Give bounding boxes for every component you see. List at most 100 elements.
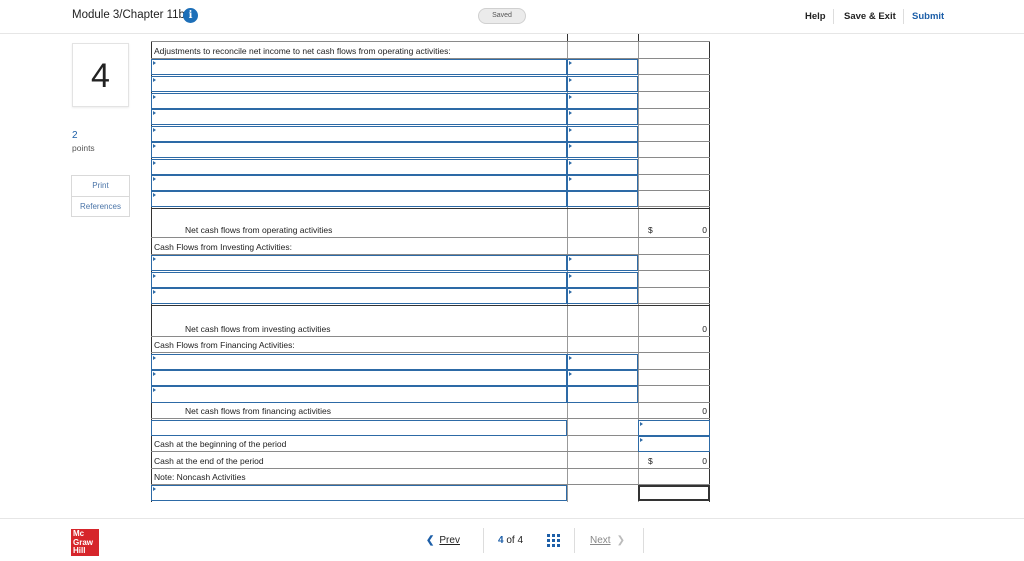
table-row: Cash Flows from Investing Activities: bbox=[151, 239, 710, 255]
table-row bbox=[151, 288, 710, 304]
amount-input[interactable] bbox=[567, 93, 638, 109]
table-row bbox=[151, 191, 710, 207]
account-select[interactable] bbox=[151, 370, 567, 386]
net-change-input[interactable] bbox=[151, 420, 567, 436]
account-select[interactable] bbox=[151, 255, 567, 271]
logo-line: Hill bbox=[73, 546, 86, 555]
net-operating-label: Net cash flows from operating activities bbox=[185, 225, 333, 235]
page-total: 4 bbox=[517, 535, 524, 546]
print-button[interactable]: Print bbox=[72, 176, 129, 196]
account-select[interactable] bbox=[151, 159, 567, 175]
help-button[interactable]: Help bbox=[805, 11, 826, 22]
noncash-input[interactable] bbox=[151, 485, 567, 501]
divider bbox=[643, 528, 644, 553]
table-row bbox=[151, 354, 710, 370]
top-bar: Module 3/Chapter 11b i Saved Help Save &… bbox=[0, 0, 1024, 34]
dollar-sign: $ bbox=[648, 456, 653, 466]
table-row bbox=[151, 59, 710, 75]
table-row bbox=[151, 485, 710, 501]
account-select[interactable] bbox=[151, 126, 567, 142]
table-row: Net cash flows from financing activities… bbox=[151, 403, 710, 419]
side-tools: Print References bbox=[71, 175, 130, 217]
table-row: Cash Flows from Financing Activities: bbox=[151, 337, 710, 353]
net-investing-value: 0 bbox=[702, 324, 707, 334]
column-line bbox=[638, 34, 639, 41]
amount-input[interactable] bbox=[567, 354, 638, 370]
financing-header: Cash Flows from Financing Activities: bbox=[154, 340, 295, 350]
amount-cell bbox=[567, 191, 638, 207]
net-change-amount-input[interactable] bbox=[638, 420, 710, 436]
amount-input[interactable] bbox=[567, 59, 638, 75]
amount-input[interactable] bbox=[567, 370, 638, 386]
noncash-label: Note: Noncash Activities bbox=[154, 472, 246, 482]
table-row bbox=[151, 255, 710, 271]
cash-flow-worksheet: Adjustments to reconcile net income to n… bbox=[151, 34, 710, 502]
amount-input[interactable] bbox=[567, 76, 638, 92]
cash-beginning-input[interactable] bbox=[638, 436, 710, 452]
page-current: 4 bbox=[498, 535, 504, 546]
chevron-left-icon: ❮ bbox=[426, 535, 435, 546]
net-investing-label: Net cash flows from investing activities bbox=[185, 324, 331, 334]
table-row bbox=[151, 126, 710, 142]
amount-input[interactable] bbox=[567, 109, 638, 125]
divider bbox=[903, 9, 904, 24]
next-label: Next bbox=[590, 535, 611, 546]
noncash-amount-cell bbox=[638, 485, 710, 501]
table-row bbox=[151, 175, 710, 191]
amount-input[interactable] bbox=[567, 142, 638, 158]
cash-beginning-label: Cash at the beginning of the period bbox=[154, 439, 287, 449]
divider bbox=[574, 528, 575, 553]
divider-row bbox=[151, 208, 710, 222]
divider bbox=[833, 9, 834, 24]
grid-icon[interactable] bbox=[547, 534, 560, 547]
net-financing-value: 0 bbox=[702, 406, 707, 416]
column-line bbox=[567, 34, 568, 41]
account-select[interactable] bbox=[151, 175, 567, 191]
bottom-bar: Mc Graw Hill ❮ Prev 4 of 4 Next ❯ bbox=[0, 518, 1024, 561]
amount-input[interactable] bbox=[567, 288, 638, 304]
account-select[interactable] bbox=[151, 109, 567, 125]
next-button[interactable]: Next ❯ bbox=[590, 535, 625, 546]
table-row bbox=[151, 370, 710, 386]
account-select[interactable] bbox=[151, 354, 567, 370]
points-label: points bbox=[72, 143, 95, 153]
points-value: 2 bbox=[72, 130, 78, 141]
account-select[interactable] bbox=[151, 142, 567, 158]
table-row bbox=[151, 159, 710, 175]
assignment-title: Module 3/Chapter 11b bbox=[72, 9, 185, 21]
table-row bbox=[151, 142, 710, 158]
account-select[interactable] bbox=[151, 59, 567, 75]
references-button[interactable]: References bbox=[72, 196, 129, 216]
account-select[interactable] bbox=[151, 386, 567, 403]
submit-button[interactable]: Submit bbox=[912, 11, 944, 22]
save-exit-button[interactable]: Save & Exit bbox=[844, 11, 896, 22]
account-select[interactable] bbox=[151, 76, 567, 92]
prev-button[interactable]: ❮ Prev bbox=[426, 535, 460, 546]
account-select[interactable] bbox=[151, 272, 567, 288]
cash-end-total: $ 0 bbox=[638, 453, 710, 469]
divider-row bbox=[151, 305, 710, 319]
amount-input[interactable] bbox=[567, 175, 638, 191]
adjustments-label: Adjustments to reconcile net income to n… bbox=[154, 46, 451, 56]
prev-label: Prev bbox=[439, 535, 460, 546]
account-select[interactable] bbox=[151, 93, 567, 109]
divider bbox=[151, 41, 710, 42]
amount-input[interactable] bbox=[567, 159, 638, 175]
amount-input[interactable] bbox=[567, 255, 638, 271]
table-row bbox=[151, 76, 710, 92]
chevron-right-icon: ❯ bbox=[616, 535, 625, 546]
account-select[interactable] bbox=[151, 288, 567, 304]
page-indicator: 4 of 4 bbox=[498, 535, 523, 546]
info-icon[interactable]: i bbox=[183, 8, 198, 23]
table-row bbox=[151, 109, 710, 125]
saved-status-badge: Saved bbox=[478, 8, 526, 24]
account-select[interactable] bbox=[151, 191, 567, 207]
cash-end-label: Cash at the end of the period bbox=[154, 456, 264, 466]
page-of: of bbox=[506, 535, 515, 546]
divider bbox=[483, 528, 484, 553]
table-row bbox=[151, 420, 710, 436]
table-row: Note: Noncash Activities bbox=[151, 469, 710, 485]
table-row: Net cash flows from investing activities… bbox=[151, 321, 710, 337]
amount-input[interactable] bbox=[567, 272, 638, 288]
amount-input[interactable] bbox=[567, 126, 638, 142]
